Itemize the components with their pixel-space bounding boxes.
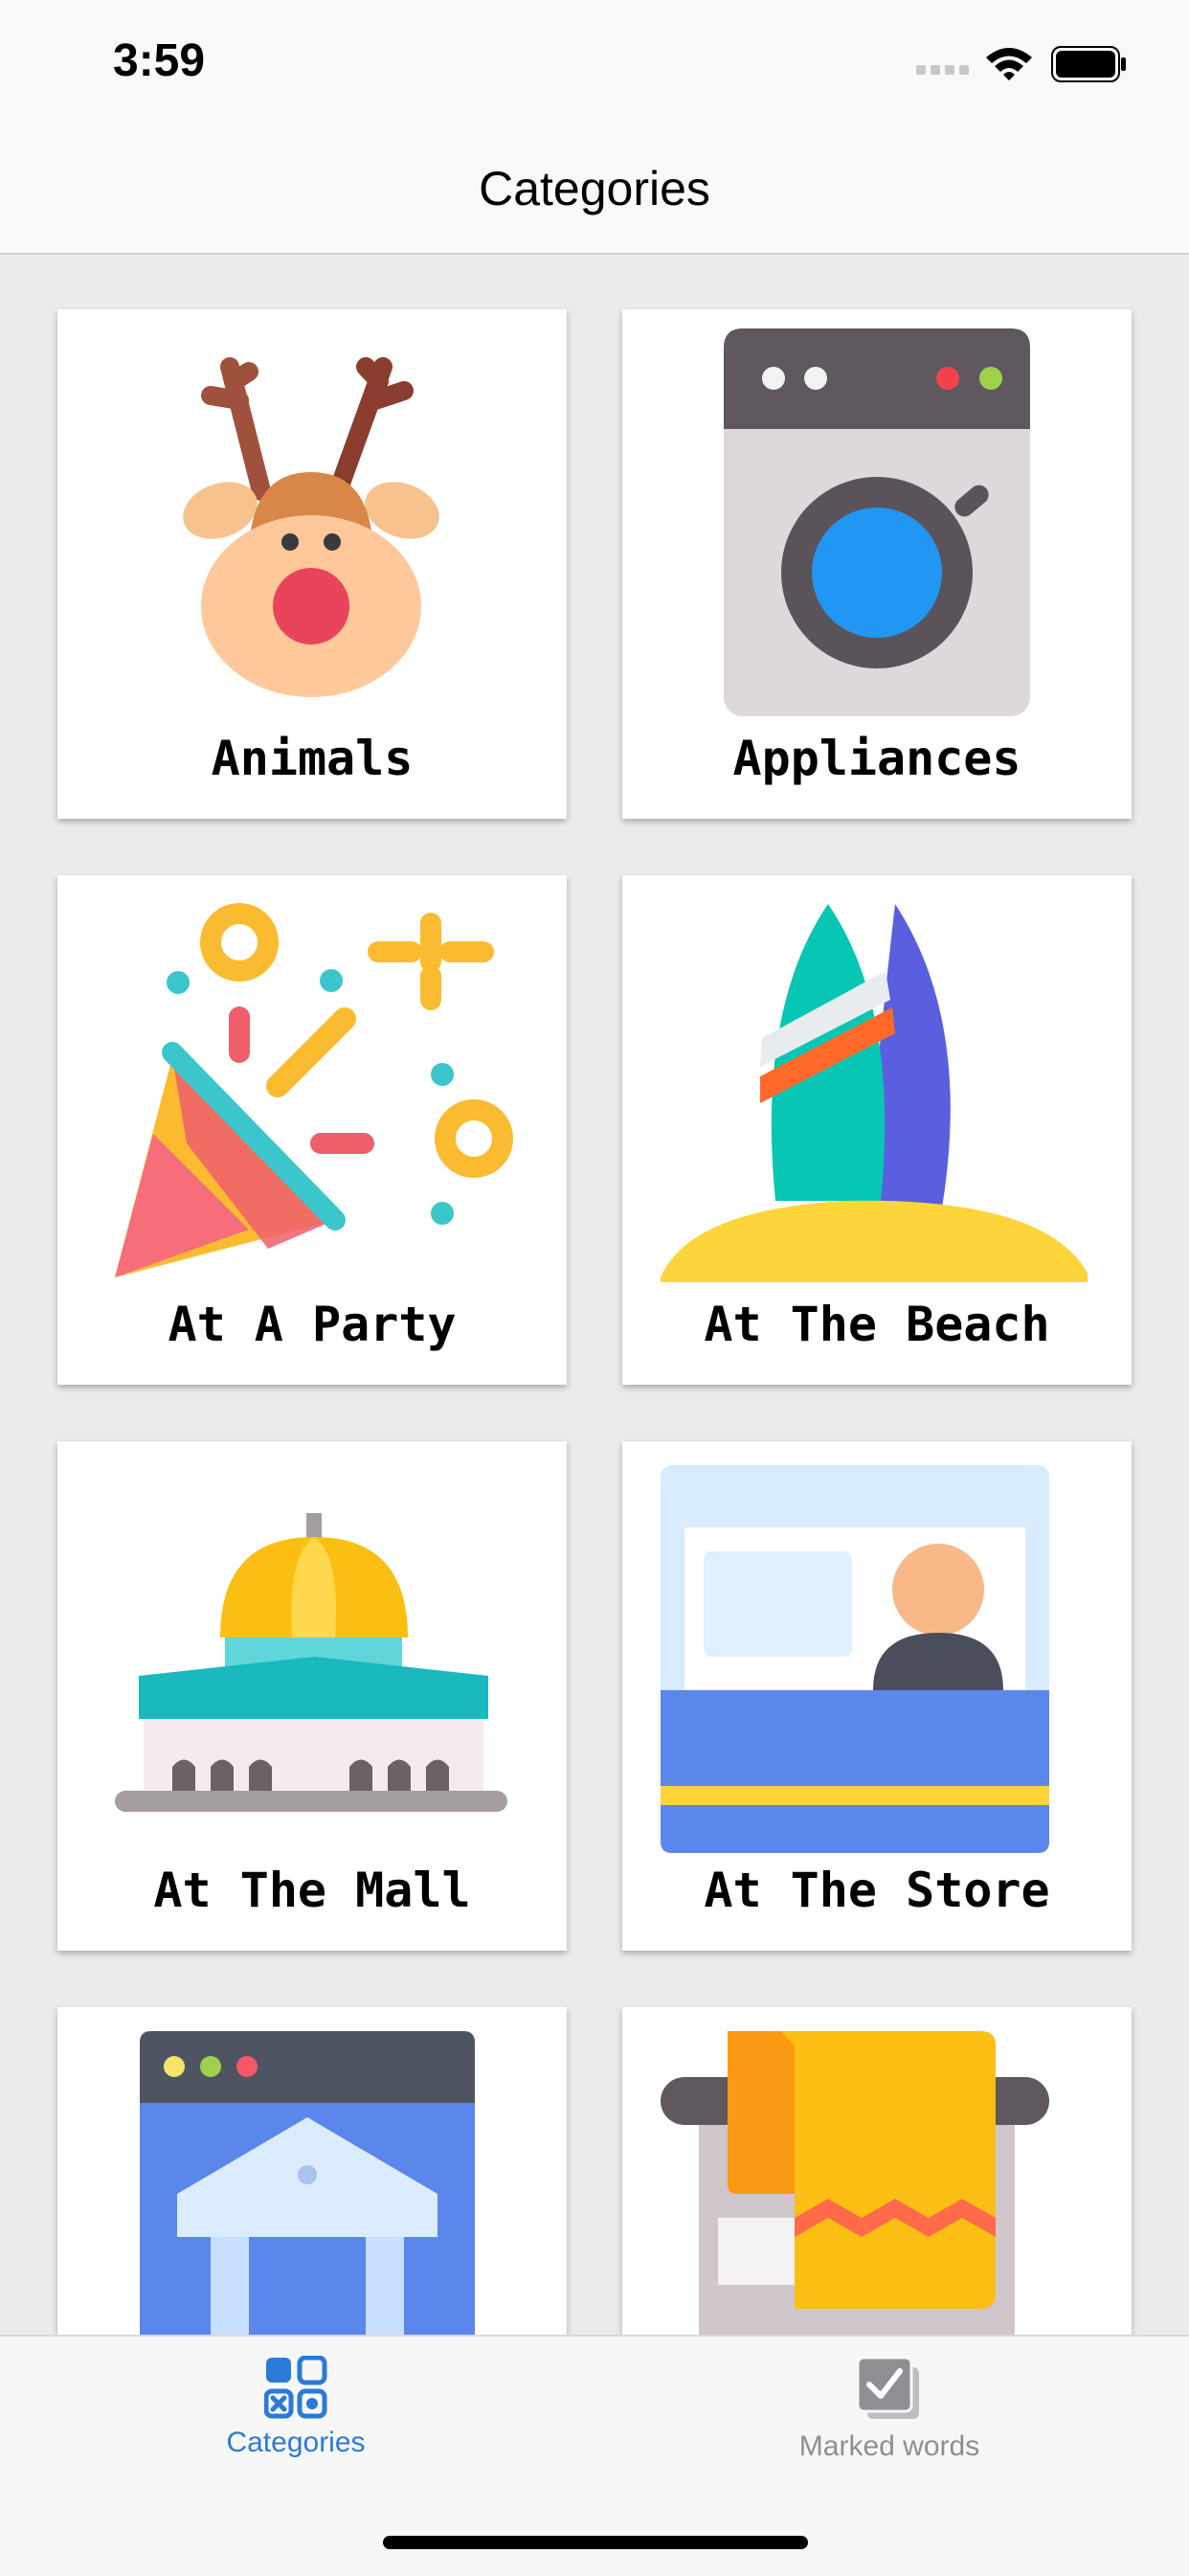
checkbox-stack-icon [856, 2356, 919, 2419]
status-time: 3:59 [113, 35, 206, 86]
category-label: At The Store [704, 1863, 1050, 1918]
category-card-at-the-beach[interactable]: At The Beach [622, 875, 1132, 1385]
category-label: Animals [211, 731, 414, 786]
category-label: At The Beach [704, 1297, 1050, 1352]
towel-rack-icon [661, 2031, 1049, 2335]
page-title: Categories [479, 162, 710, 215]
bank-website-icon [140, 2031, 475, 2335]
category-card-8[interactable] [622, 2007, 1132, 2335]
tab-label: Categories [226, 2427, 366, 2458]
surfboard-icon [661, 904, 1088, 1282]
battery-icon [1051, 46, 1126, 82]
category-card-appliances[interactable]: Appliances [622, 309, 1132, 819]
category-grid: Animals Appliances At A Party At The Bea… [0, 255, 1189, 2335]
category-label: At A Party [168, 1297, 457, 1352]
tab-categories[interactable]: Categories [104, 2356, 487, 2459]
cellular-signal-icon [916, 65, 969, 75]
category-card-at-the-mall[interactable]: At The Mall [57, 1441, 567, 1951]
washing-machine-icon [724, 328, 1030, 716]
store-counter-icon [661, 1465, 1049, 1853]
reindeer-icon [183, 357, 439, 697]
category-card-at-a-party[interactable]: At A Party [57, 875, 567, 1385]
status-bar: 3:59 [0, 0, 1189, 134]
category-card-7[interactable] [57, 2007, 567, 2335]
category-label: At The Mall [153, 1863, 471, 1918]
category-card-at-the-store[interactable]: At The Store [622, 1441, 1132, 1951]
home-indicator[interactable] [383, 2536, 808, 2549]
tab-label: Marked words [798, 2430, 980, 2462]
categories-grid-icon [264, 2356, 327, 2419]
mall-building-icon [115, 1513, 507, 1812]
category-card-animals[interactable]: Animals [57, 309, 567, 819]
category-label: Appliances [732, 731, 1021, 786]
tab-marked-words[interactable]: Marked words [698, 2356, 1081, 2463]
party-popper-icon [115, 903, 513, 1277]
navigation-bar: Categories [0, 134, 1189, 255]
wifi-icon [986, 48, 1032, 80]
